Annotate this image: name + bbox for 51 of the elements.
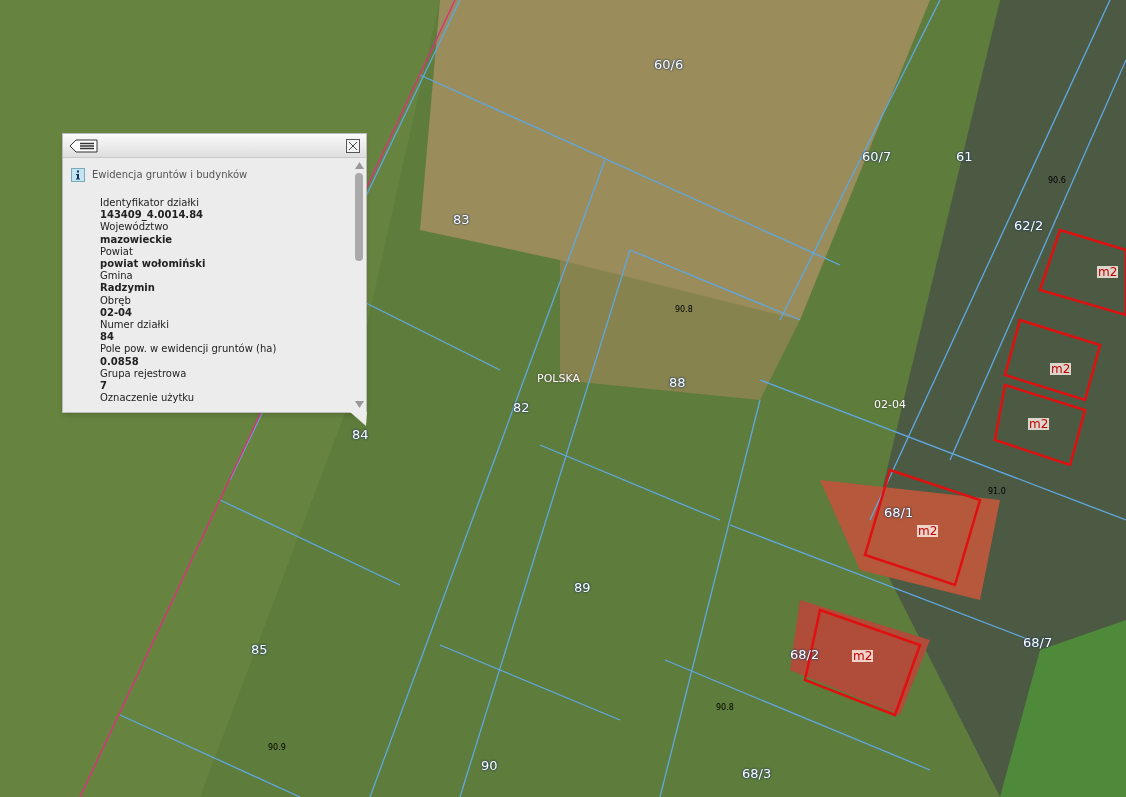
field-label: Obręb — [100, 294, 132, 307]
field-value: 02-04 — [100, 306, 133, 320]
parcel-label: 68/7 — [1023, 636, 1053, 649]
parcel-label: 83 — [453, 213, 470, 226]
parcel-label: 68/3 — [742, 767, 772, 780]
building-label: m2 — [917, 525, 939, 537]
height-label: 90.9 — [268, 744, 286, 752]
parcel-label: 60/7 — [862, 150, 892, 163]
parcel-label: 68/2 — [790, 648, 820, 661]
field-value: powiat wołomiński — [100, 258, 207, 271]
field-value: 84 — [100, 331, 115, 344]
field-label: Numer działki — [100, 319, 170, 332]
parcel-label: 85 — [251, 643, 268, 656]
info-icon — [71, 167, 85, 182]
parcel-label: 90 — [481, 759, 498, 772]
height-label: 90.8 — [716, 704, 734, 712]
building-label: m2 — [1050, 363, 1072, 375]
height-label: 91.0 — [988, 488, 1006, 496]
parcel-label: 61 — [956, 150, 973, 163]
scroll-up-icon[interactable] — [354, 162, 364, 169]
field-label: Identyfikator działki — [100, 197, 200, 210]
region-label: 02-04 — [874, 399, 906, 410]
field-label: Województwo — [100, 221, 169, 234]
field-label: Grupa rejestrowa — [100, 367, 188, 381]
field-label: Powiat — [100, 245, 134, 258]
field-value: 7 — [100, 380, 108, 393]
field-label: Gmina — [100, 270, 134, 283]
parcel-label: 82 — [513, 401, 530, 414]
field-value: 0.0858 — [100, 355, 140, 368]
parcel-label: 62/2 — [1014, 219, 1044, 232]
scrollbar-thumb[interactable] — [355, 173, 363, 261]
scroll-down-icon[interactable] — [354, 401, 364, 408]
parcel-label: 89 — [574, 581, 591, 594]
field-label: Oznaczenie użytku — [100, 392, 196, 405]
field-value: 143409_4.0014.84 — [100, 209, 205, 222]
field-value: mazowieckie — [100, 233, 174, 246]
height-label: 90.8 — [675, 306, 693, 314]
height-label: 90.6 — [1048, 177, 1066, 185]
building-label: m2 — [1028, 418, 1050, 430]
building-label: m2 — [1097, 266, 1119, 278]
region-label: POLSKA — [537, 373, 580, 384]
field-label: Pole pow. w ewidencji gruntów (ha) — [100, 343, 278, 356]
parcel-label: 84 — [352, 428, 369, 441]
parcel-label: 60/6 — [654, 58, 684, 71]
popup-title: Ewidencja gruntów i budynków — [92, 168, 248, 182]
parcel-label: 68/1 — [884, 506, 914, 519]
list-menu-icon[interactable] — [69, 138, 99, 153]
parcel-label: 88 — [669, 376, 686, 389]
building-label: m2 — [852, 650, 874, 662]
close-icon[interactable] — [346, 138, 360, 153]
field-value: Radzymin — [100, 282, 156, 295]
